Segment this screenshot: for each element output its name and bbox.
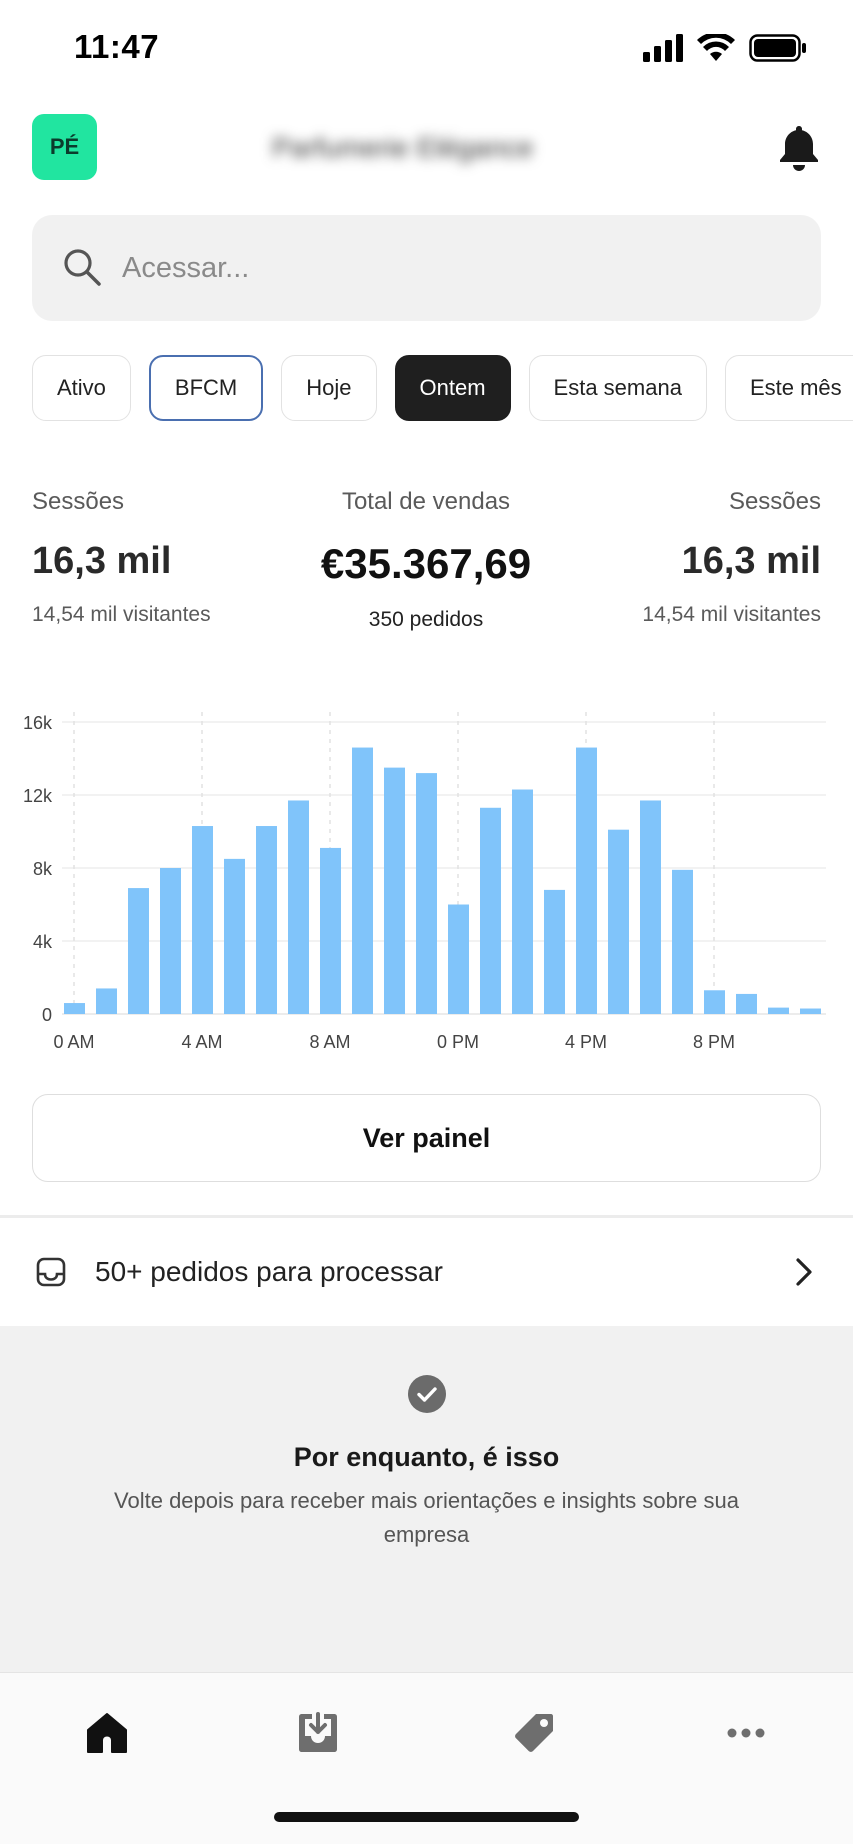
bottom-tab-bar	[0, 1672, 853, 1844]
empty-state-title: Por enquanto, é isso	[293, 1442, 560, 1472]
metric-sessions-right[interactable]: Sessões 16,3 mil 14,54 mil visitantes	[642, 488, 821, 627]
tab-more[interactable]	[716, 1703, 776, 1763]
bell-icon[interactable]	[777, 124, 821, 172]
inbox-icon	[36, 1257, 66, 1287]
home-icon	[87, 1713, 127, 1753]
tag-icon	[515, 1714, 553, 1752]
chip-ontem[interactable]: Ontem	[394, 355, 511, 421]
chart-bar[interactable]	[64, 1003, 85, 1014]
chart-bar[interactable]	[800, 1008, 821, 1014]
y-tick-label: 12k	[23, 786, 53, 806]
more-icon	[727, 1728, 765, 1738]
chip-hoje[interactable]: Hoje	[281, 355, 377, 421]
metric-label: Total de vendas	[341, 488, 511, 515]
metric-value: 16,3 mil	[32, 540, 172, 582]
chart-bar[interactable]	[384, 767, 405, 1014]
status-time: 11:47	[74, 28, 160, 65]
chip-esta-semana[interactable]: Esta semana	[528, 355, 707, 421]
x-tick-label: 0 PM	[437, 1032, 479, 1052]
chart-bar[interactable]	[160, 868, 181, 1014]
metric-sub: 14,54 mil visitantes	[642, 603, 821, 626]
y-tick-label: 16k	[23, 713, 53, 733]
header: PÉ Parfumerie Elégance	[32, 114, 821, 182]
chart-bar[interactable]	[96, 988, 117, 1014]
metric-sessions-left[interactable]: Sessões 16,3 mil 14,54 mil visitantes	[32, 488, 211, 627]
chart-bar[interactable]	[544, 889, 565, 1014]
view-dashboard-button[interactable]: Ver painel	[32, 1094, 821, 1182]
tab-products[interactable]	[504, 1703, 564, 1763]
metric-total-sales[interactable]: Total de vendas €35.367,69 350 pedidos	[226, 488, 626, 632]
search-icon	[64, 249, 101, 286]
metric-label: Sessões	[32, 488, 125, 515]
chart-bar[interactable]	[672, 869, 693, 1014]
x-tick-label: 4 AM	[181, 1032, 222, 1052]
chart-bar[interactable]	[192, 826, 213, 1014]
orders-to-process-row[interactable]: 50+ pedidos para processar	[0, 1218, 853, 1326]
x-tick-label: 0 AM	[53, 1032, 94, 1052]
chart-bar[interactable]	[256, 826, 277, 1014]
chart-bar[interactable]	[576, 747, 597, 1014]
chart-bar[interactable]	[320, 847, 341, 1014]
chart-bar[interactable]	[640, 800, 661, 1014]
x-tick-label: 8 PM	[693, 1032, 735, 1052]
battery-icon	[749, 34, 806, 62]
orders-label: 50+ pedidos para processar	[95, 1256, 443, 1287]
chip-bfcm[interactable]: BFCM	[148, 355, 264, 421]
sales-bar-chart[interactable]: 0 4k 8k 12k 16k 0 AM 4 AM 8 AM 0 PM 4 PM 8 PM	[0, 690, 853, 1060]
chip-ativo[interactable]: Ativo	[32, 355, 131, 421]
y-tick-label: 8k	[33, 859, 53, 879]
chart-bar[interactable]	[512, 789, 533, 1014]
cellular-signal-icon	[643, 34, 683, 62]
chart-bar[interactable]	[608, 829, 629, 1014]
y-tick-label: 4k	[33, 932, 53, 952]
chevron-right-icon	[796, 1258, 812, 1286]
chart-bar[interactable]	[704, 990, 725, 1014]
x-tick-label: 4 PM	[565, 1032, 607, 1052]
date-filter-chips: Ativo BFCM Hoje Ontem Esta semana Este m…	[32, 355, 853, 423]
empty-state: Por enquanto, é isso Volte depois para r…	[0, 1326, 853, 1672]
store-name[interactable]: Parfumerie Elégance	[272, 132, 612, 166]
metric-label: Sessões	[728, 488, 821, 515]
chart-bar[interactable]	[480, 807, 501, 1014]
chart-bar[interactable]	[416, 773, 437, 1014]
home-indicator	[274, 1812, 579, 1822]
chart-bar[interactable]	[768, 1007, 789, 1014]
chart-bar[interactable]	[128, 888, 149, 1014]
store-avatar[interactable]: PÉ	[32, 114, 97, 180]
chip-este-mes[interactable]: Este mês	[724, 355, 853, 421]
empty-state-body: Volte depois para receber mais orientaçõ…	[114, 1488, 739, 1547]
chart-bar[interactable]	[224, 858, 245, 1014]
y-tick-label: 0	[42, 1005, 52, 1025]
chart-bar[interactable]	[736, 993, 757, 1014]
x-tick-label: 8 AM	[309, 1032, 350, 1052]
chart-bar[interactable]	[352, 747, 373, 1014]
check-circle-icon	[408, 1375, 446, 1413]
search-bar[interactable]	[32, 215, 821, 321]
tab-home[interactable]	[77, 1703, 137, 1763]
tab-orders[interactable]	[288, 1703, 348, 1763]
chart-bar[interactable]	[448, 904, 469, 1015]
metric-value: €35.367,69	[320, 540, 532, 587]
wifi-icon	[697, 34, 735, 61]
metric-sub: 350 pedidos	[368, 608, 484, 631]
status-icons	[643, 30, 807, 66]
metric-sub: 14,54 mil visitantes	[32, 603, 211, 626]
status-bar: 11:47	[0, 0, 853, 100]
inbox-download-icon	[299, 1712, 337, 1752]
search-input[interactable]	[122, 215, 782, 321]
metric-value: 16,3 mil	[681, 540, 821, 582]
chart-bar[interactable]	[288, 800, 309, 1014]
